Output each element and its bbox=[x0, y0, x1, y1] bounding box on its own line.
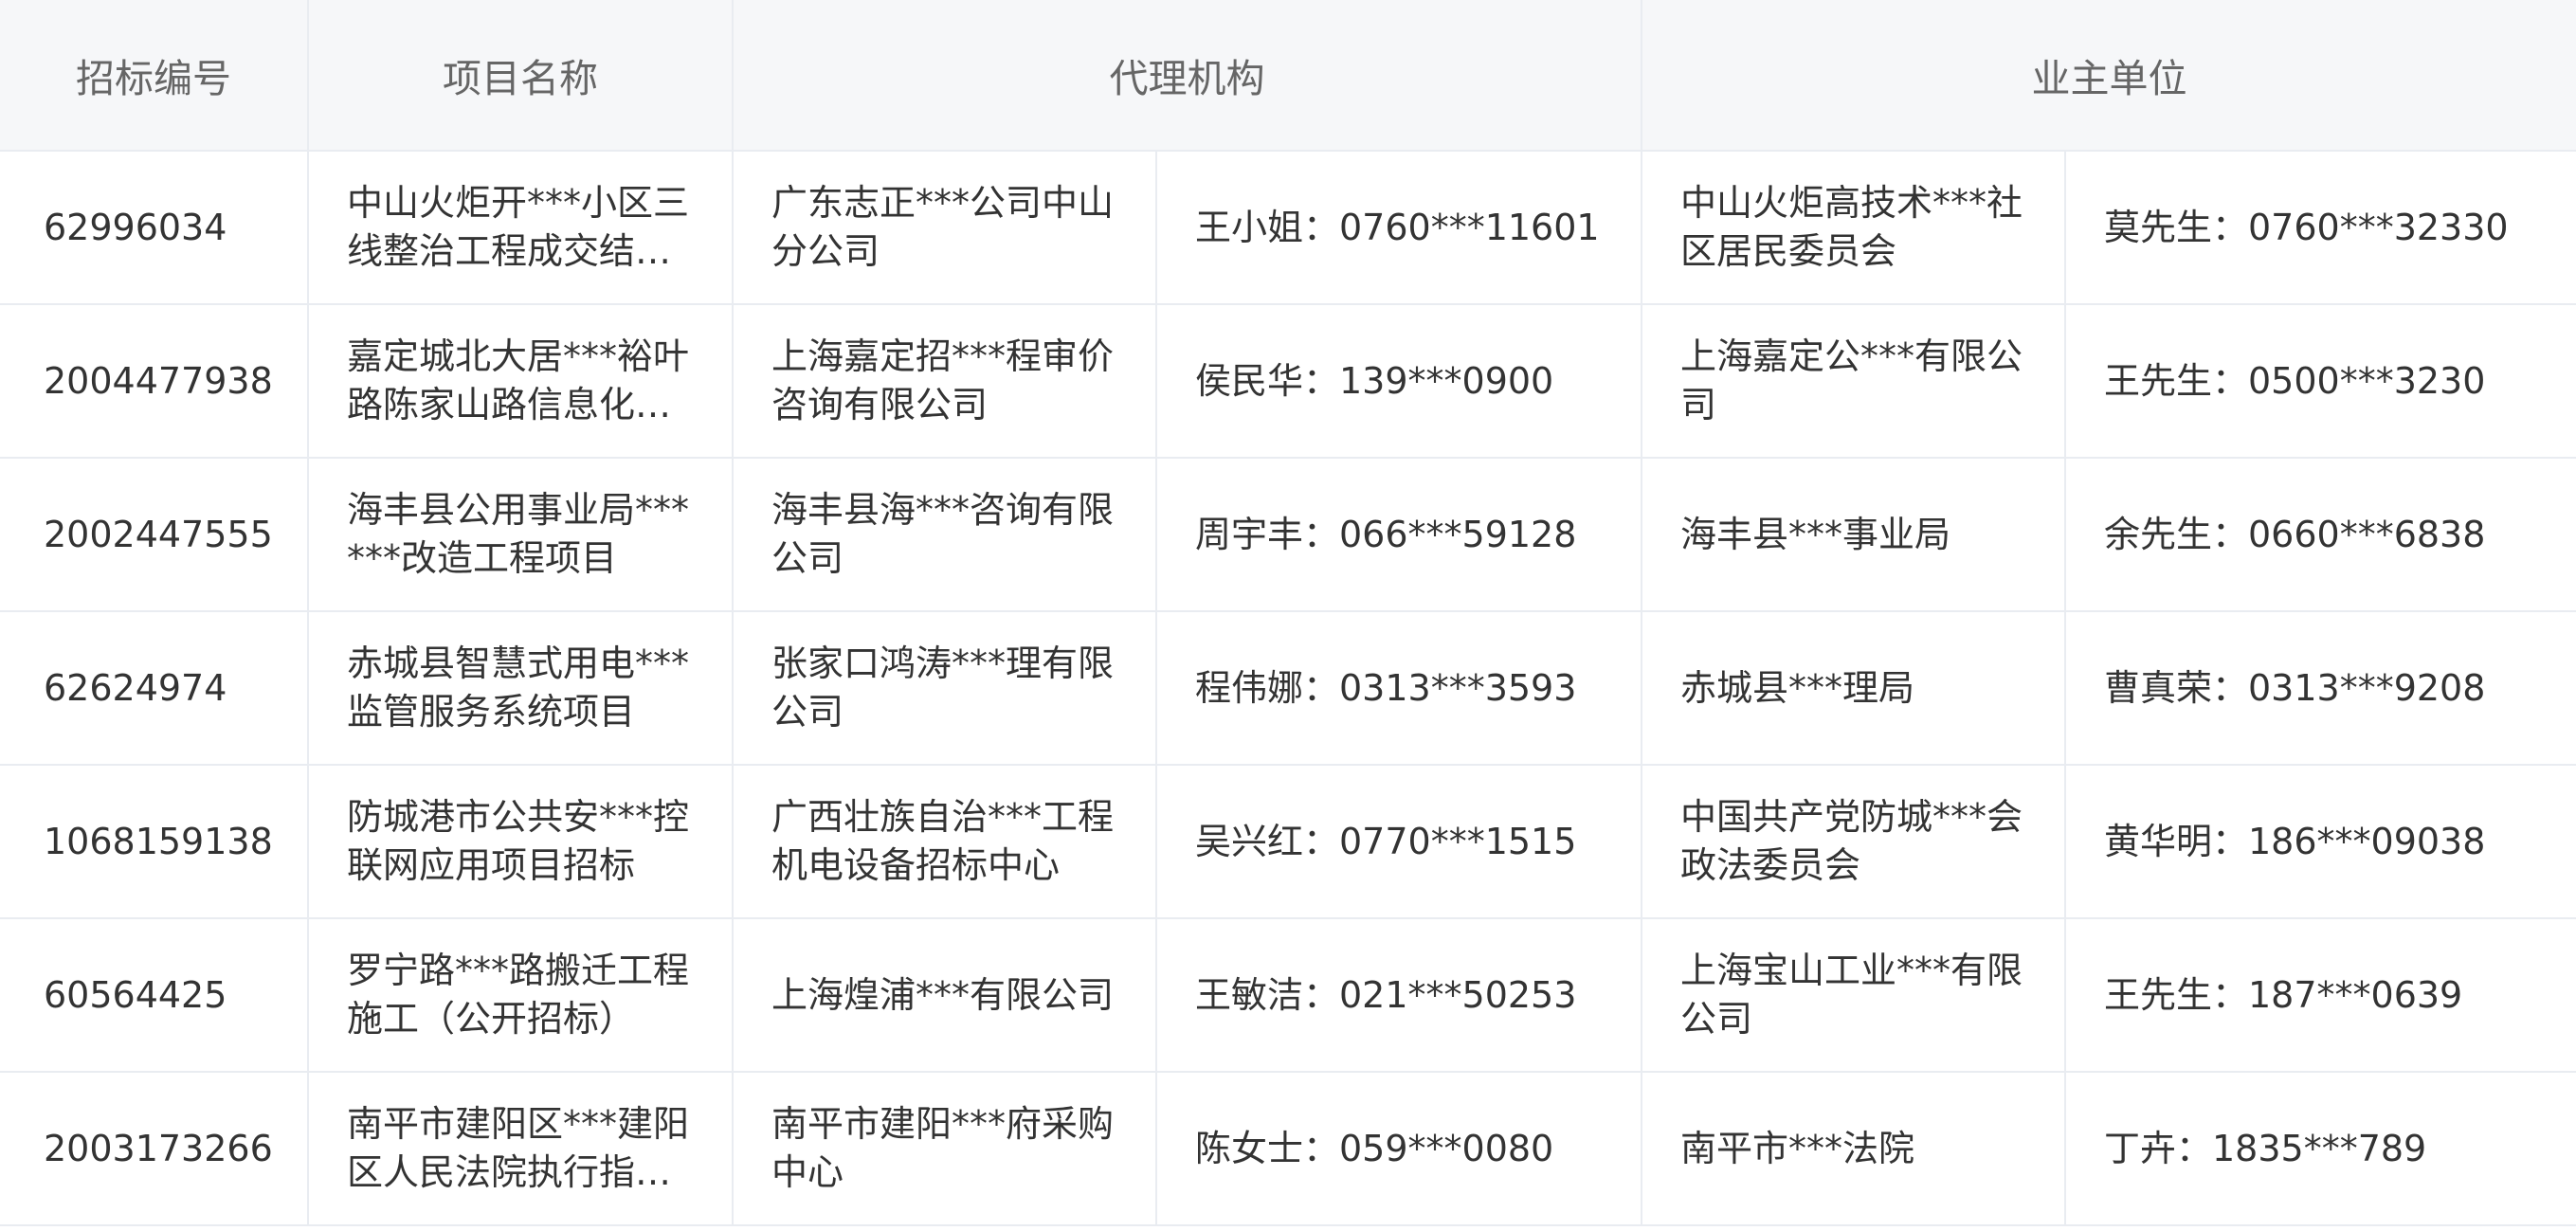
cell-agency-name: 张家口鸿涛***理有限公司 bbox=[732, 610, 1157, 766]
cell-project-name[interactable]: 中山火炬开***小区三线整治工程成交结果公告 bbox=[307, 150, 734, 305]
cell-agency-contact-text: 陈女士：059***0080 bbox=[1195, 1127, 1554, 1169]
table-row[interactable]: 2003173266 南平市建阳区***建阳区人民法院执行指挥中心南平市建阳***… bbox=[0, 1071, 2576, 1226]
cell-agency-name: 上海煌浦***有限公司 bbox=[732, 917, 1157, 1073]
cell-owner-name: 海丰县***事业局 bbox=[1641, 457, 2066, 612]
cell-tender-code: 60564425 bbox=[0, 917, 309, 1073]
cell-owner-contact: 王先生：187***0639 bbox=[2064, 917, 2576, 1073]
cell-owner-contact-text: 莫先生：0760***32330 bbox=[2104, 206, 2509, 248]
cell-owner-name-text: 中山火炬高技术***社区居民委员会 bbox=[1680, 182, 2023, 272]
cell-project-name[interactable]: 嘉定城北大居***裕叶路陈家山路信息化工程 bbox=[307, 303, 734, 459]
cell-owner-name-text: 上海嘉定公***有限公司 bbox=[1680, 335, 2023, 425]
cell-owner-name: 中国共产党防城***会政法委员会 bbox=[1641, 764, 2066, 919]
cell-owner-contact: 王先生：0500***3230 bbox=[2064, 303, 2576, 459]
cell-tender-code-text: 2004477938 bbox=[44, 359, 273, 402]
cell-project-name-text: 南平市建阳区***建阳区人民法院执行指挥中心 bbox=[347, 1103, 690, 1193]
cell-project-name[interactable]: 赤城县智慧式用电***监管服务系统项目 bbox=[307, 610, 734, 766]
table-header-row: 招标编号 项目名称 代理机构 业主单位 bbox=[0, 0, 2576, 152]
cell-project-name[interactable]: 防城港市公共安***控联网应用项目招标 bbox=[307, 764, 734, 919]
header-project: 项目名称 bbox=[307, 0, 734, 152]
cell-agency-contact: 王小姐：0760***11601 bbox=[1155, 150, 1642, 305]
cell-agency-name-text: 上海嘉定招***程审价咨询有限公司 bbox=[771, 335, 1115, 425]
header-code: 招标编号 bbox=[0, 0, 309, 152]
cell-owner-name-text: 海丰县***事业局 bbox=[1680, 513, 1951, 555]
cell-agency-contact: 侯民华：139***0900 bbox=[1155, 303, 1642, 459]
cell-agency-name-text: 广西壮族自治***工程机电设备招标中心 bbox=[771, 796, 1115, 886]
cell-agency-contact-text: 吴兴红：0770***1515 bbox=[1195, 820, 1577, 862]
cell-owner-contact-text: 王先生：187***0639 bbox=[2104, 973, 2463, 1016]
cell-agency-contact: 王敏洁：021***50253 bbox=[1155, 917, 1642, 1073]
cell-owner-contact: 丁卉：1835***789 bbox=[2064, 1071, 2576, 1226]
table-row[interactable]: 62624974 赤城县智慧式用电***监管服务系统项目 张家口鸿涛***理有限公司… bbox=[0, 610, 2576, 766]
cell-tender-code-text: 1068159138 bbox=[44, 820, 273, 862]
table-row[interactable]: 2004477938 嘉定城北大居***裕叶路陈家山路信息化工程上海嘉定招***程… bbox=[0, 303, 2576, 459]
cell-agency-contact: 吴兴红：0770***1515 bbox=[1155, 764, 1642, 919]
cell-owner-name-text: 上海宝山工业***有限公司 bbox=[1680, 950, 2023, 1040]
cell-owner-name: 赤城县***理局 bbox=[1641, 610, 2066, 766]
table-row[interactable]: 60564425 罗宁路***路搬迁工程 施工（公开招标） 上海煌浦***有限公司 王… bbox=[0, 917, 2576, 1073]
cell-tender-code: 2004477938 bbox=[0, 303, 309, 459]
cell-tender-code: 2003173266 bbox=[0, 1071, 309, 1226]
cell-tender-code: 2002447555 bbox=[0, 457, 309, 612]
table-row[interactable]: 62996034 中山火炬开***小区三线整治工程成交结果公告广东志正***公司中… bbox=[0, 150, 2576, 305]
cell-owner-contact-text: 余先生：0660***6838 bbox=[2104, 513, 2486, 555]
cell-owner-name: 南平市***法院 bbox=[1641, 1071, 2066, 1226]
cell-agency-name: 广西壮族自治***工程机电设备招标中心 bbox=[732, 764, 1157, 919]
cell-agency-name: 海丰县海***咨询有限公司 bbox=[732, 457, 1157, 612]
header-owner: 业主单位 bbox=[1641, 0, 2576, 152]
cell-owner-name-text: 南平市***法院 bbox=[1680, 1127, 1915, 1169]
cell-project-name-text: 海丰县公用事业局******改造工程项目 bbox=[347, 489, 690, 579]
cell-owner-contact: 余先生：0660***6838 bbox=[2064, 457, 2576, 612]
table-body: 62996034 中山火炬开***小区三线整治工程成交结果公告广东志正***公司中… bbox=[0, 150, 2576, 1226]
cell-owner-name: 上海宝山工业***有限公司 bbox=[1641, 917, 2066, 1073]
cell-project-name-text: 防城港市公共安***控联网应用项目招标 bbox=[347, 796, 690, 886]
cell-agency-name: 上海嘉定招***程审价咨询有限公司 bbox=[732, 303, 1157, 459]
cell-tender-code-text: 2003173266 bbox=[44, 1127, 273, 1169]
cell-project-name-text: 罗宁路***路搬迁工程 施工（公开招标） bbox=[347, 950, 690, 1040]
cell-tender-code-text: 2002447555 bbox=[44, 513, 273, 555]
cell-agency-contact-text: 周宇丰：066***59128 bbox=[1195, 513, 1577, 555]
cell-project-name[interactable]: 海丰县公用事业局******改造工程项目 bbox=[307, 457, 734, 612]
cell-agency-contact-text: 王小姐：0760***11601 bbox=[1195, 206, 1600, 248]
cell-tender-code-text: 62624974 bbox=[44, 666, 227, 709]
cell-owner-name-text: 赤城县***理局 bbox=[1680, 666, 1915, 709]
cell-agency-contact-text: 程伟娜：0313***3593 bbox=[1195, 666, 1577, 709]
header-agency: 代理机构 bbox=[732, 0, 1642, 152]
table-row[interactable]: 1068159138 防城港市公共安***控联网应用项目招标 广西壮族自治***工程… bbox=[0, 764, 2576, 919]
cell-agency-name: 广东志正***公司中山分公司 bbox=[732, 150, 1157, 305]
cell-agency-name-text: 张家口鸿涛***理有限公司 bbox=[771, 643, 1115, 733]
cell-owner-contact: 黄华明：186***09038 bbox=[2064, 764, 2576, 919]
cell-tender-code-text: 62996034 bbox=[44, 206, 227, 248]
cell-agency-contact-text: 侯民华：139***0900 bbox=[1195, 359, 1554, 402]
cell-agency-contact-text: 王敏洁：021***50253 bbox=[1195, 973, 1577, 1016]
cell-tender-code: 62996034 bbox=[0, 150, 309, 305]
cell-tender-code: 62624974 bbox=[0, 610, 309, 766]
cell-project-name-text: 嘉定城北大居***裕叶路陈家山路信息化工程 bbox=[347, 335, 690, 425]
cell-agency-name-text: 南平市建阳***府采购中心 bbox=[771, 1103, 1115, 1193]
cell-tender-code-text: 60564425 bbox=[44, 973, 227, 1016]
cell-project-name-text: 赤城县智慧式用电***监管服务系统项目 bbox=[347, 643, 690, 733]
cell-project-name[interactable]: 南平市建阳区***建阳区人民法院执行指挥中心 bbox=[307, 1071, 734, 1226]
cell-owner-contact: 曹真荣：0313***9208 bbox=[2064, 610, 2576, 766]
tender-table: 招标编号 项目名称 代理机构 业主单位 62996034 中山火炬开***小区三线… bbox=[0, 0, 2576, 1226]
cell-agency-name-text: 上海煌浦***有限公司 bbox=[771, 973, 1115, 1016]
cell-project-name-text: 中山火炬开***小区三线整治工程成交结果公告 bbox=[347, 182, 690, 272]
cell-agency-contact: 程伟娜：0313***3593 bbox=[1155, 610, 1642, 766]
cell-owner-name-text: 中国共产党防城***会政法委员会 bbox=[1680, 796, 2023, 886]
cell-agency-name-text: 广东志正***公司中山分公司 bbox=[771, 182, 1115, 272]
cell-owner-contact: 莫先生：0760***32330 bbox=[2064, 150, 2576, 305]
cell-agency-contact: 周宇丰：066***59128 bbox=[1155, 457, 1642, 612]
cell-owner-contact-text: 曹真荣：0313***9208 bbox=[2104, 666, 2486, 709]
cell-agency-name-text: 海丰县海***咨询有限公司 bbox=[771, 489, 1115, 579]
cell-project-name[interactable]: 罗宁路***路搬迁工程 施工（公开招标） bbox=[307, 917, 734, 1073]
cell-owner-contact-text: 黄华明：186***09038 bbox=[2104, 820, 2486, 862]
cell-owner-contact-text: 王先生：0500***3230 bbox=[2104, 359, 2486, 402]
table-row[interactable]: 2002447555 海丰县公用事业局******改造工程项目 海丰县海***咨询有… bbox=[0, 457, 2576, 612]
cell-owner-name: 上海嘉定公***有限公司 bbox=[1641, 303, 2066, 459]
cell-owner-contact-text: 丁卉：1835***789 bbox=[2104, 1127, 2427, 1169]
cell-owner-name: 中山火炬高技术***社区居民委员会 bbox=[1641, 150, 2066, 305]
cell-tender-code: 1068159138 bbox=[0, 764, 309, 919]
cell-agency-contact: 陈女士：059***0080 bbox=[1155, 1071, 1642, 1226]
cell-agency-name: 南平市建阳***府采购中心 bbox=[732, 1071, 1157, 1226]
